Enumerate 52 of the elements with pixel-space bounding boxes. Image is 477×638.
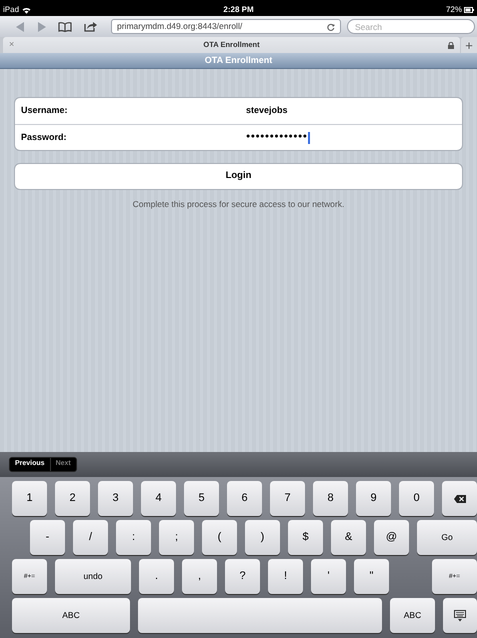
key[interactable]: @ [374,520,409,555]
key[interactable]: 9 [356,481,391,516]
key[interactable]: ) [245,520,280,555]
battery-icon [464,7,474,13]
key[interactable]: 2 [55,481,90,516]
backspace-key[interactable] [442,481,477,516]
key[interactable]: ! [268,559,303,594]
key[interactable]: , [182,559,217,594]
lock-icon [448,42,454,48]
key[interactable]: 0 [399,481,434,516]
key[interactable]: $ [288,520,323,555]
key[interactable]: ( [202,520,237,555]
undo-key[interactable]: undo [55,559,131,594]
key[interactable]: & [331,520,366,555]
backspace-icon [454,494,466,502]
field-label: Password: [21,130,68,144]
share-icon[interactable] [84,21,97,32]
device-name: iPad [3,4,20,16]
key[interactable]: . [139,559,174,594]
key[interactable]: 8 [313,481,348,516]
login-button[interactable]: Login [14,163,463,190]
page-header: OTA Enrollment [0,53,477,69]
abc-key[interactable]: ABC [390,598,435,633]
key[interactable]: ; [159,520,194,555]
field-label: Username: [21,104,69,118]
key[interactable]: ' [311,559,346,594]
key[interactable]: 7 [270,481,305,516]
key[interactable]: 1 [12,481,47,516]
new-tab-button[interactable]: + [461,37,477,53]
key[interactable]: / [73,520,108,555]
key[interactable]: 4 [141,481,176,516]
address-field[interactable]: primarymdm.d49.org:8443/enroll/ [111,19,341,34]
abc-key[interactable]: ABC [12,598,130,633]
reload-icon [327,22,335,30]
key[interactable]: 3 [98,481,133,516]
key[interactable]: " [354,559,389,594]
status-time: 2:28 PM [223,4,254,16]
key[interactable]: 5 [184,481,219,516]
hide-keyboard-key[interactable] [443,598,477,633]
text-cursor [308,132,310,144]
input-field[interactable]: stevejobs [246,104,288,118]
keyboard-icon [454,610,466,622]
info-text: Complete this process for secure access to our network. [132,198,346,211]
book-icon[interactable] [58,22,72,32]
search-field[interactable]: Search [347,19,475,34]
key[interactable]: 6 [227,481,262,516]
key[interactable]: ? [225,559,260,594]
go-key[interactable]: Go [417,520,477,555]
battery-percent: 72% [446,4,462,16]
key[interactable]: - [30,520,65,555]
wifi-icon [22,6,32,14]
key[interactable]: : [116,520,151,555]
